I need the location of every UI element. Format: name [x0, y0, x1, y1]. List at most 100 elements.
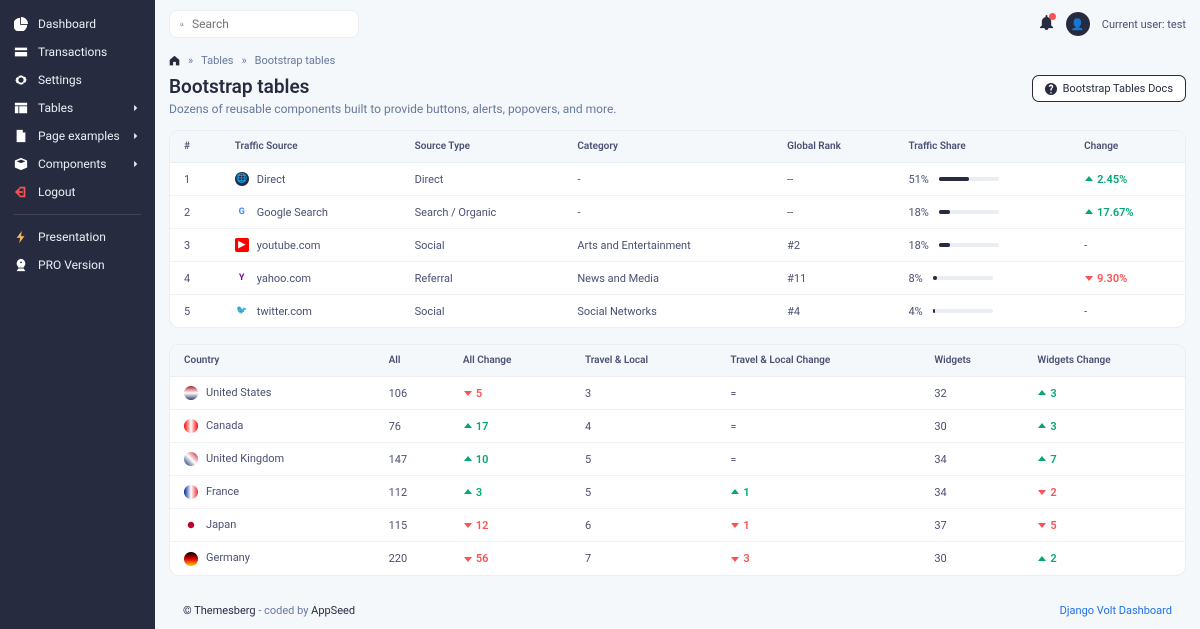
- widgets-change: 5: [1023, 509, 1185, 542]
- table-header: Traffic Share: [894, 131, 1070, 163]
- table-header: Global Rank: [773, 131, 894, 163]
- table-header: Category: [563, 131, 773, 163]
- page-title: Bootstrap tables: [169, 75, 616, 98]
- breadcrumb-mid[interactable]: Tables: [201, 54, 233, 67]
- footer-author-link[interactable]: AppSeed: [311, 604, 355, 617]
- widgets-change: 7: [1023, 443, 1185, 476]
- notification-bell[interactable]: [1039, 15, 1054, 34]
- change: -: [1070, 295, 1185, 328]
- source-type: Direct: [401, 163, 564, 196]
- sidebar-item-label: Logout: [38, 185, 75, 199]
- travel-local: 7: [571, 542, 716, 575]
- sidebar-item-label: Tables: [38, 101, 73, 115]
- row-num: 4: [170, 262, 221, 295]
- footer-brand-link[interactable]: © Themesberg: [183, 604, 256, 617]
- sidebar-item-logout[interactable]: Logout: [0, 178, 155, 206]
- table-header: Change: [1070, 131, 1185, 163]
- all-value: 106: [375, 377, 449, 410]
- all-change: 17: [449, 410, 571, 443]
- all-value: 76: [375, 410, 449, 443]
- box-icon: [14, 157, 28, 171]
- category: Social Networks: [563, 295, 773, 328]
- table-header: Traffic Source: [221, 131, 401, 163]
- travel-local-change: =: [716, 443, 920, 476]
- flag-icon: [184, 452, 198, 466]
- sidebar: Dashboard Transactions Settings Tables P…: [0, 0, 155, 629]
- travel-local: 5: [571, 443, 716, 476]
- table-row: France 112 3 5 1 34 2: [170, 476, 1185, 509]
- card-icon: [14, 45, 28, 59]
- notification-dot: [1049, 13, 1056, 20]
- docs-button[interactable]: Bootstrap Tables Docs: [1032, 75, 1186, 102]
- category: -: [563, 196, 773, 229]
- global-rank: --: [773, 196, 894, 229]
- sidebar-item-label: Transactions: [38, 45, 107, 59]
- traffic-share: 18%: [894, 196, 1070, 229]
- docs-button-label: Bootstrap Tables Docs: [1063, 82, 1173, 95]
- traffic-source: ▶youtube.com: [221, 229, 401, 262]
- flag-icon: [184, 518, 198, 532]
- flag-icon: [184, 552, 198, 566]
- search-input[interactable]: [192, 17, 348, 31]
- breadcrumb-last: Bootstrap tables: [255, 54, 336, 67]
- table-header: Widgets: [920, 345, 1023, 377]
- user-area: 👤 Current user: test: [1039, 12, 1186, 36]
- home-icon[interactable]: [169, 55, 180, 66]
- traffic-table: #Traffic SourceSource TypeCategoryGlobal…: [170, 131, 1185, 327]
- topbar: 👤 Current user: test: [169, 0, 1186, 48]
- global-rank: --: [773, 163, 894, 196]
- main-content: 👤 Current user: test » Tables » Bootstra…: [155, 0, 1200, 629]
- traffic-share: 18%: [894, 229, 1070, 262]
- source-type: Social: [401, 295, 564, 328]
- traffic-source: 🌐Direct: [221, 163, 401, 196]
- country: Germany: [170, 542, 375, 575]
- all-value: 115: [375, 509, 449, 542]
- sidebar-item-components[interactable]: Components: [0, 150, 155, 178]
- pie-icon: [14, 17, 28, 31]
- widgets-change: 2: [1023, 476, 1185, 509]
- traffic-source: Yyahoo.com: [221, 262, 401, 295]
- travel-local-change: 1: [716, 476, 920, 509]
- sidebar-item-pro-version[interactable]: PRO Version: [0, 251, 155, 279]
- table-row: United Kingdom 147 10 5 = 34 7: [170, 443, 1185, 476]
- table-header: Country: [170, 345, 375, 377]
- sidebar-item-tables[interactable]: Tables: [0, 94, 155, 122]
- footer-dashboard-link[interactable]: Django Volt Dashboard: [1060, 604, 1172, 617]
- sidebar-item-transactions[interactable]: Transactions: [0, 38, 155, 66]
- row-num: 5: [170, 295, 221, 328]
- table-row: Canada 76 17 4 = 30 3: [170, 410, 1185, 443]
- bolt-icon: [14, 230, 28, 244]
- footer: © Themesberg - coded by AppSeed Django V…: [169, 592, 1186, 629]
- sidebar-item-dashboard[interactable]: Dashboard: [0, 10, 155, 38]
- footer-right: Django Volt Dashboard: [1060, 604, 1172, 617]
- country: United States: [170, 377, 375, 410]
- sidebar-item-page-examples[interactable]: Page examples: [0, 122, 155, 150]
- all-value: 147: [375, 443, 449, 476]
- table-header: Widgets Change: [1023, 345, 1185, 377]
- breadcrumb: » Tables » Bootstrap tables: [169, 54, 1186, 67]
- sidebar-item-presentation[interactable]: Presentation: [0, 223, 155, 251]
- breadcrumb-sep: »: [188, 54, 193, 67]
- category: News and Media: [563, 262, 773, 295]
- all-value: 220: [375, 542, 449, 575]
- table-row: Japan 115 12 6 1 37 5: [170, 509, 1185, 542]
- all-change: 56: [449, 542, 571, 575]
- avatar[interactable]: 👤: [1066, 12, 1090, 36]
- change: 17.67%: [1070, 196, 1185, 229]
- travel-local: 3: [571, 377, 716, 410]
- global-rank: #2: [773, 229, 894, 262]
- sidebar-item-label: Dashboard: [38, 17, 96, 31]
- country: United Kingdom: [170, 443, 375, 476]
- widgets-change: 2: [1023, 542, 1185, 575]
- sidebar-item-label: Page examples: [38, 129, 120, 143]
- widgets-change: 3: [1023, 410, 1185, 443]
- table-header: All Change: [449, 345, 571, 377]
- sidebar-item-settings[interactable]: Settings: [0, 66, 155, 94]
- table-icon: [14, 101, 28, 115]
- travel-local: 5: [571, 476, 716, 509]
- country: Canada: [170, 410, 375, 443]
- sidebar-item-label: Components: [38, 157, 107, 171]
- change: 9.30%: [1070, 262, 1185, 295]
- search-box[interactable]: [169, 10, 359, 38]
- table-row: 2 GGoogle Search Search / Organic - -- 1…: [170, 196, 1185, 229]
